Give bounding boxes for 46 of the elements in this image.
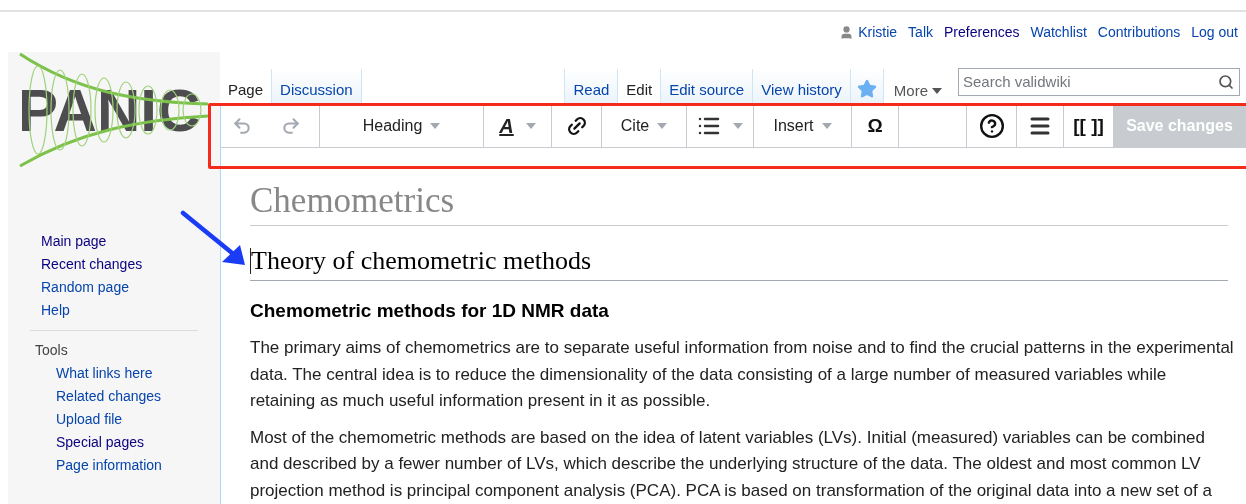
sidebar-link[interactable]: Related changes	[56, 385, 162, 408]
subsection-heading: Chemometric methods for 1D NMR data	[250, 299, 610, 323]
caret-icon	[932, 87, 942, 94]
caret-icon	[733, 123, 743, 130]
caret-icon	[657, 123, 668, 130]
toolbar-dropdown[interactable]: Cite	[601, 105, 686, 147]
sidebar-link[interactable]: Random page	[41, 276, 129, 299]
search-icon	[1218, 73, 1234, 90]
toolbar-button[interactable]: Ω	[851, 105, 898, 147]
paragraph: Most of the chemometric methods are based on the idea of latent variables (LVs). Initial (measured) variables can be combined and described by a fewer number of LVs, which describe the underlying structure of the data. The oldest and most common LV projection method is principal component analysis (PCA). PCA is based on transformation of the original data into a new set of a	[250, 426, 1213, 502]
section-heading: Theory of chemometric methods	[251, 245, 592, 277]
watch-star-button[interactable]	[849, 68, 883, 105]
user-icon	[839, 24, 855, 40]
caret-icon	[525, 123, 536, 130]
sidebar-link[interactable]: Page information	[56, 454, 162, 477]
sidebar-link[interactable]: Help	[41, 299, 70, 322]
personal-link[interactable]: Preferences	[944, 21, 1020, 43]
caret-icon	[430, 123, 441, 130]
view-tab[interactable]: View history	[752, 68, 850, 105]
personal-link[interactable]: Kristie	[858, 21, 898, 43]
help-icon	[978, 113, 1005, 140]
sidebar-link[interactable]: Main page	[41, 230, 107, 253]
star-icon	[856, 78, 877, 99]
redo-icon	[281, 116, 301, 137]
caret-icon	[821, 123, 832, 130]
page-title: Chemometrics	[250, 179, 1228, 226]
sidebar-link[interactable]: Upload file	[56, 408, 123, 431]
more-menu[interactable]: More	[882, 68, 950, 105]
text-cursor	[250, 248, 251, 274]
view-tab[interactable]: Read	[564, 68, 618, 105]
namespace-tab[interactable]: Discussion	[272, 68, 362, 105]
search-field[interactable]: Search validwiki	[958, 67, 1240, 96]
personal-link[interactable]: Watchlist	[1030, 21, 1087, 43]
undo-icon	[232, 116, 252, 137]
sidebar-link[interactable]: Recent changes	[41, 253, 143, 276]
toolbar-dropdown[interactable]: Heading	[319, 105, 483, 147]
personal-link[interactable]: Talk	[908, 21, 933, 43]
sidebar-heading: Tools	[35, 341, 68, 360]
sidebar-link[interactable]: Special pages	[56, 431, 144, 454]
personal-link[interactable]: Contributions	[1097, 21, 1181, 43]
toolbar-dropdown[interactable]: Insert	[753, 105, 851, 147]
paragraph: The primary aims of chemometrics are to separate useful information from noise and to find the crucial patterns in the experimental data. The central idea is to reduce the dimensionality of the data consisting of a large number of measured variables while retaining as much useful information present in it as possible.	[250, 337, 1235, 412]
personal-link[interactable]: Log out	[1191, 21, 1238, 43]
sidebar-link[interactable]: What links here	[56, 362, 153, 385]
view-tab[interactable]: Edit source	[660, 68, 753, 105]
text-style-dropdown[interactable]: A	[483, 105, 551, 147]
